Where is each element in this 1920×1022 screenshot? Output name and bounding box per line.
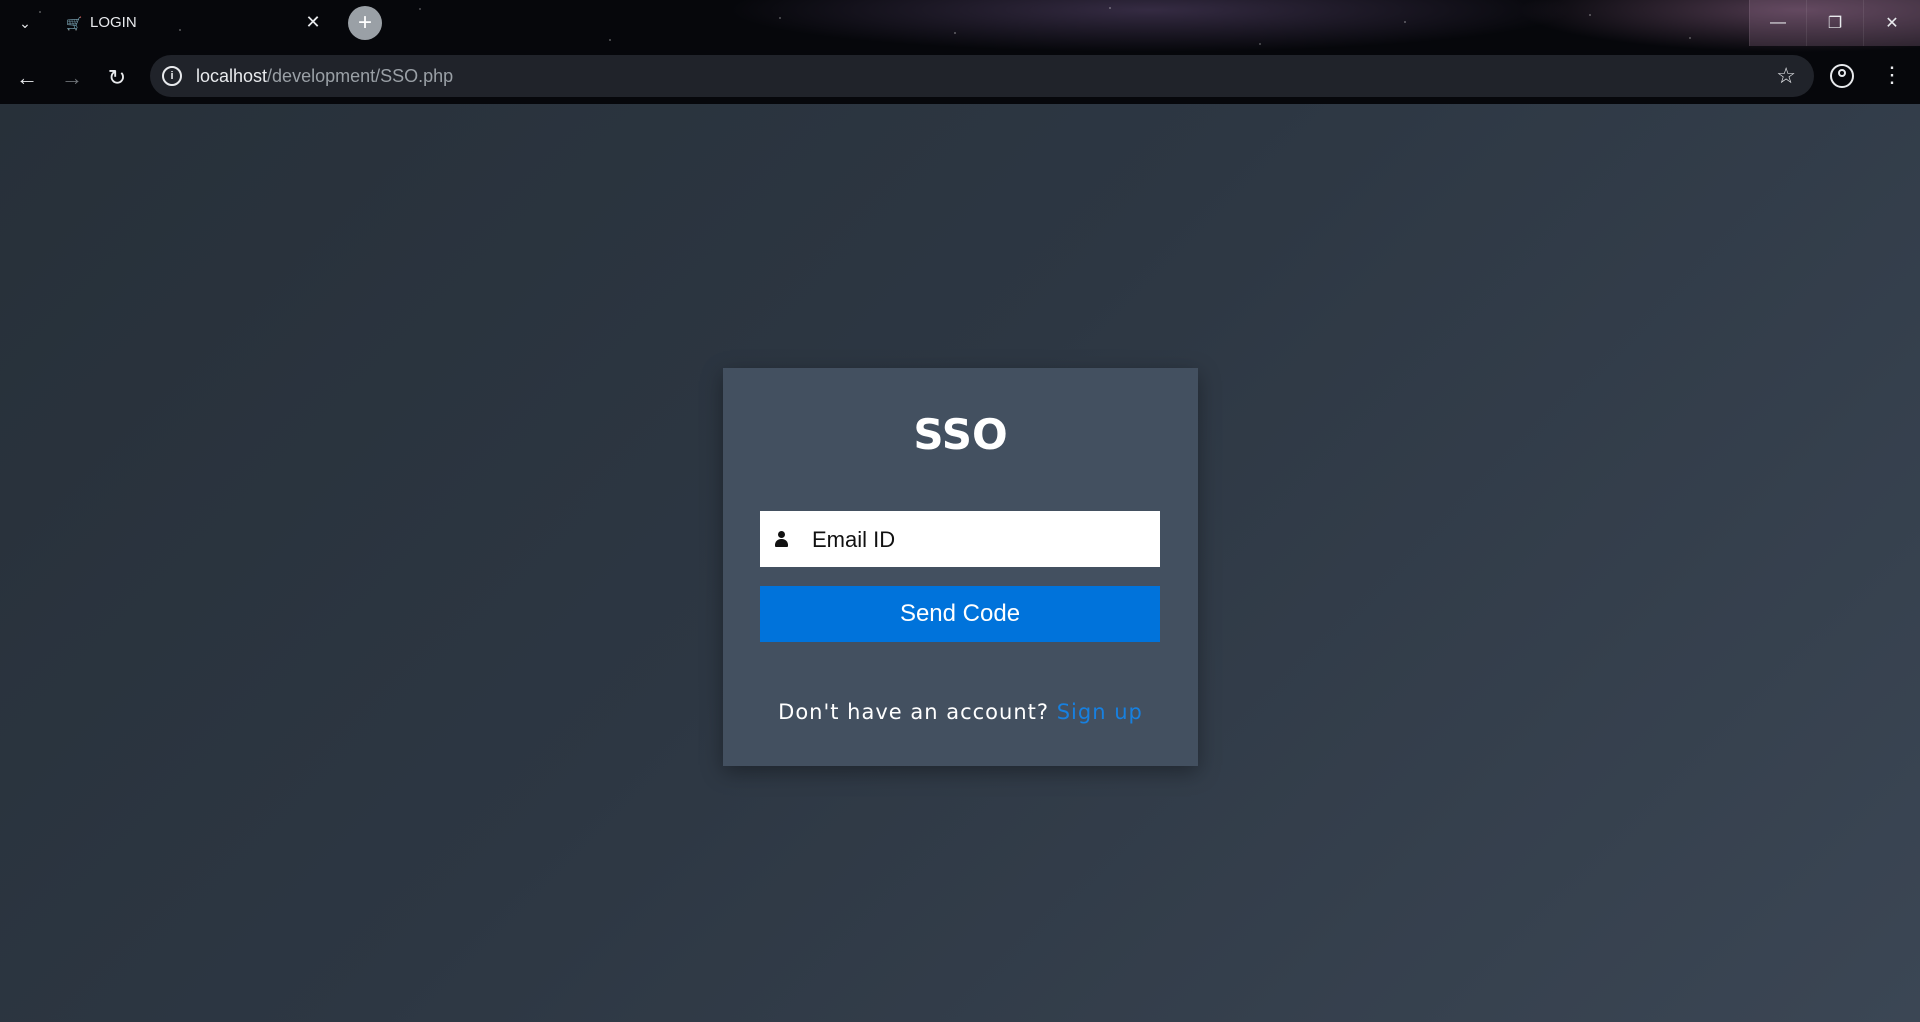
signup-row: Don't have an account? Sign up [723,700,1198,724]
window-controls: — ❐ ✕ [1749,0,1920,46]
page-title: SSO [913,410,1008,459]
reload-icon[interactable]: ↻ [99,60,135,96]
restore-button[interactable]: ❐ [1806,0,1863,46]
tab-search-chevron-icon[interactable]: ⌄ [10,8,40,38]
browser-chrome: ⌄ 🛒 LOGIN ✕ + — ❐ ✕ ← → ↻ i localhost/de… [0,0,1920,104]
tab-close-icon[interactable]: ✕ [303,12,323,32]
url-host: localhost [196,66,268,86]
page-background: SSO Send Code Don't have an account? Sig… [0,104,1920,1022]
kebab-menu-icon[interactable]: ⋮ [1880,60,1904,90]
back-arrow-icon[interactable]: ← [9,60,45,96]
send-code-button[interactable]: Send Code [760,586,1160,642]
signup-link[interactable]: Sign up [1057,700,1143,724]
close-window-button[interactable]: ✕ [1863,0,1920,46]
user-icon [774,531,788,547]
email-input[interactable] [810,511,1154,569]
new-tab-button[interactable]: + [348,6,382,40]
tab-strip: ⌄ 🛒 LOGIN ✕ + — ❐ ✕ [0,0,1920,46]
address-bar[interactable]: i localhost/development/SSO.php ☆ [150,55,1814,97]
email-field[interactable] [760,511,1160,569]
site-info-icon[interactable]: i [162,66,182,86]
forward-arrow-icon[interactable]: → [54,60,90,96]
browser-toolbar: ← → ↻ i localhost/development/SSO.php ☆ … [0,50,1920,104]
signup-prompt: Don't have an account? [778,700,1050,724]
minimize-button[interactable]: — [1749,0,1806,46]
tab-login[interactable]: 🛒 LOGIN ✕ [52,4,337,44]
url-text[interactable]: localhost/development/SSO.php [196,66,453,87]
sso-card: SSO Send Code Don't have an account? Sig… [723,368,1198,766]
profile-icon[interactable] [1830,64,1854,88]
bookmark-star-icon[interactable]: ☆ [1776,63,1796,89]
url-path: /development/SSO.php [267,66,454,86]
tab-title: LOGIN [90,14,137,31]
cart-icon: 🛒 [66,16,83,31]
